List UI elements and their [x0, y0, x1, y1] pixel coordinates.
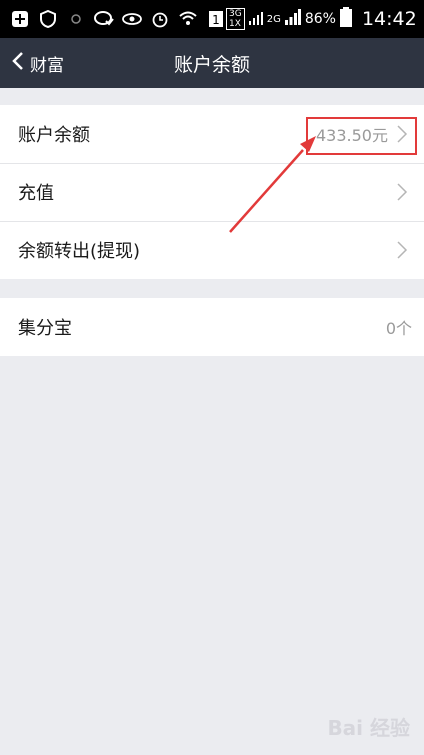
annotation-highlight-box: [306, 117, 417, 155]
chevron-left-icon: [12, 51, 24, 75]
brightness-icon: [66, 9, 86, 29]
svg-text:1: 1: [212, 13, 220, 27]
add-icon: [10, 9, 30, 29]
points-group: 集分宝 0个: [0, 298, 424, 356]
watermark: Bai 经验: [327, 716, 410, 740]
alarm-icon: [150, 9, 170, 29]
row-label: 充值: [18, 183, 54, 204]
navigation-bar: 财富 账户余额: [0, 38, 424, 88]
clock: 14:42: [361, 8, 417, 30]
network-2g-indicator: 2G: [266, 13, 281, 25]
eye-icon: [122, 9, 142, 29]
network-3g-1x-indicator: 3G 1X: [226, 8, 245, 30]
back-button[interactable]: 财富: [12, 38, 64, 88]
chat-icon: [94, 9, 114, 29]
chevron-right-icon: [396, 182, 408, 202]
row-withdraw[interactable]: 余额转出(提现): [0, 221, 424, 279]
row-label: 余额转出(提现): [18, 241, 141, 262]
status-bar: 1 3G 1X 2G 86% 14:42: [0, 0, 424, 38]
signal-icon: [248, 10, 263, 29]
page-title: 账户余额: [173, 53, 250, 76]
shield-icon: [38, 9, 58, 29]
battery-icon: [339, 7, 352, 31]
chevron-right-icon: [396, 240, 408, 260]
sim-icon: 1: [206, 9, 226, 29]
wifi-icon: [178, 9, 198, 29]
signal-2-icon: [284, 9, 301, 29]
back-label: 财富: [30, 55, 64, 76]
row-recharge[interactable]: 充值: [0, 163, 424, 221]
points-value: 0个: [385, 319, 412, 338]
battery-percent: 86%: [304, 11, 336, 27]
row-label: 账户余额: [18, 125, 90, 146]
row-label: 集分宝: [18, 318, 72, 339]
row-jifenbao[interactable]: 集分宝 0个: [0, 298, 424, 356]
